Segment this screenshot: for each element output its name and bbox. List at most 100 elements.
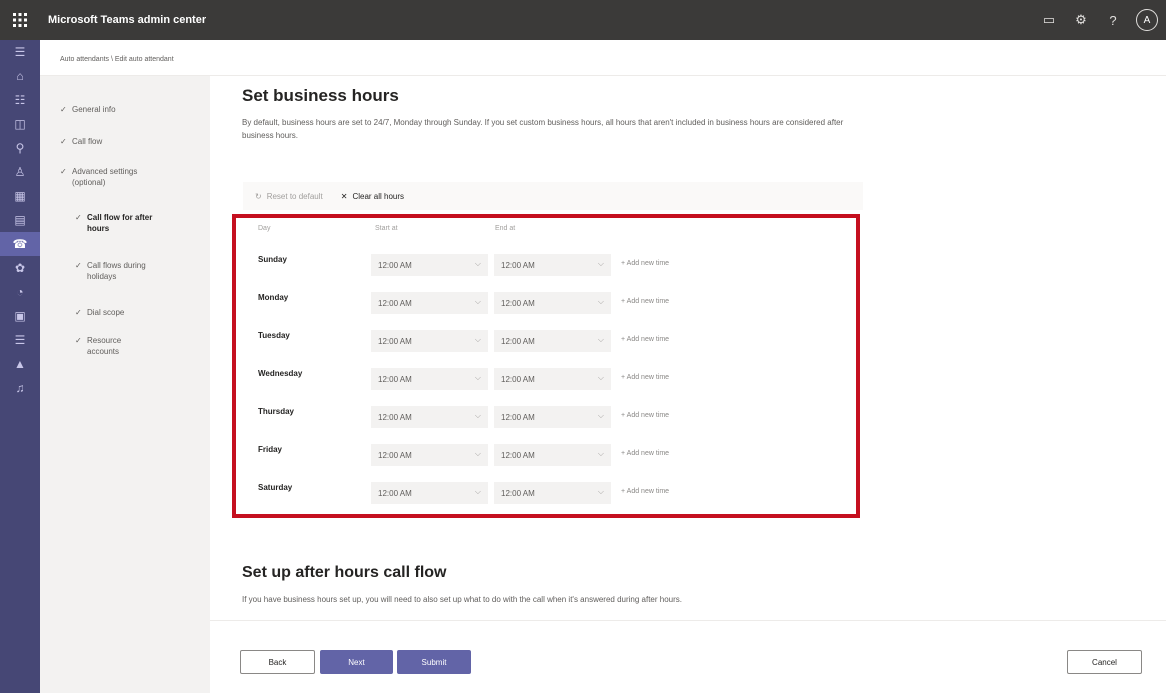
- start-time-select[interactable]: 12:00 AM ⌵: [371, 482, 488, 504]
- call-quality-icon[interactable]: ▲: [0, 352, 40, 376]
- close-icon: ✕: [340, 191, 348, 201]
- policy-packages-icon[interactable]: ✿: [0, 256, 40, 280]
- left-rail: ☰ ⌂ ☷ ◫ ⚲ ♙ ▦ ▤ ☎ ✿ ◔ ▣ ☰ ▲ ♫: [0, 40, 40, 693]
- add-new-time-link[interactable]: + Add new time: [621, 336, 669, 343]
- app-title[interactable]: Microsoft Teams admin center: [48, 14, 206, 26]
- notifications-icon[interactable]: ♫: [0, 376, 40, 400]
- end-time-select[interactable]: 12:00 AM ⌵: [494, 444, 611, 466]
- breadcrumb[interactable]: Auto attendants \ Edit auto attendant: [60, 56, 174, 63]
- dashboard-icon[interactable]: ⌂: [0, 64, 40, 88]
- start-time-select[interactable]: 12:00 AM ⌵: [371, 292, 488, 314]
- users-icon[interactable]: ♙: [0, 160, 40, 184]
- start-time-value: 12:00 AM: [378, 260, 412, 270]
- end-time-value: 12:00 AM: [501, 260, 535, 270]
- check-icon: ✓: [60, 137, 67, 146]
- add-new-time-link[interactable]: + Add new time: [621, 298, 669, 305]
- start-time-select[interactable]: 12:00 AM ⌵: [371, 330, 488, 352]
- add-new-time-link[interactable]: + Add new time: [621, 374, 669, 381]
- clear-all-hours-button[interactable]: ✕ Clear all hours: [341, 192, 404, 201]
- day-row-sunday: Sunday 12:00 AM ⌵ 12:00 AM ⌵ + Add new t…: [243, 251, 860, 281]
- end-time-select[interactable]: 12:00 AM ⌵: [494, 406, 611, 428]
- reset-to-default-button[interactable]: ↻ Reset to default: [255, 192, 323, 201]
- add-new-time-link[interactable]: + Add new time: [621, 488, 669, 495]
- planning-icon[interactable]: ☰: [0, 328, 40, 352]
- step-call-flow[interactable]: ✓ Call flow: [60, 136, 190, 147]
- section-title-after-hours: Set up after hours call flow: [242, 564, 447, 581]
- teams-icon[interactable]: ☷: [0, 88, 40, 112]
- chevron-down-icon: ⌵: [474, 297, 481, 306]
- column-header-start: Start at: [375, 225, 398, 232]
- page-title: Set business hours: [242, 86, 399, 105]
- step-call-flow-after-hours[interactable]: ✓ Call flow for after hours: [75, 212, 185, 234]
- add-new-time-link[interactable]: + Add new time: [621, 450, 669, 457]
- step-resource-accounts[interactable]: ✓ Resource accounts: [75, 335, 185, 357]
- step-general-info[interactable]: ✓ General info: [60, 104, 190, 115]
- end-time-value: 12:00 AM: [501, 336, 535, 346]
- start-time-value: 12:00 AM: [378, 298, 412, 308]
- check-icon: ✓: [75, 213, 82, 222]
- voice-icon[interactable]: ☎: [0, 232, 40, 256]
- step-label: Call flow for after hours: [87, 213, 153, 233]
- end-time-value: 12:00 AM: [501, 298, 535, 308]
- day-row-thursday: Thursday 12:00 AM ⌵ 12:00 AM ⌵ + Add new…: [243, 403, 860, 433]
- end-time-value: 12:00 AM: [501, 412, 535, 422]
- submit-button[interactable]: Submit: [397, 650, 471, 674]
- start-time-value: 12:00 AM: [378, 374, 412, 384]
- feedback-icon[interactable]: ▭: [1040, 12, 1058, 28]
- chevron-down-icon: ⌵: [597, 335, 604, 344]
- day-label: Friday: [258, 445, 283, 454]
- meetings-icon[interactable]: ▦: [0, 184, 40, 208]
- start-time-value: 12:00 AM: [378, 412, 412, 422]
- chevron-down-icon: ⌵: [597, 297, 604, 306]
- gear-icon[interactable]: ⚙: [1072, 12, 1090, 28]
- wizard-steps: ✓ General info ✓ Call flow ✓ Advanced se…: [40, 76, 210, 693]
- chevron-down-icon: ⌵: [597, 373, 604, 382]
- end-time-select[interactable]: 12:00 AM ⌵: [494, 330, 611, 352]
- start-time-select[interactable]: 12:00 AM ⌵: [371, 444, 488, 466]
- start-time-value: 12:00 AM: [378, 336, 412, 346]
- cancel-button[interactable]: Cancel: [1067, 650, 1142, 674]
- end-time-value: 12:00 AM: [501, 450, 535, 460]
- start-time-select[interactable]: 12:00 AM ⌵: [371, 406, 488, 428]
- avatar[interactable]: A: [1136, 9, 1158, 31]
- add-new-time-link[interactable]: + Add new time: [621, 260, 669, 267]
- step-advanced-settings[interactable]: ✓ Advanced settings (optional): [60, 166, 180, 188]
- chevron-down-icon: ⌵: [474, 449, 481, 458]
- end-time-value: 12:00 AM: [501, 374, 535, 384]
- analytics-icon[interactable]: ◔: [0, 280, 40, 304]
- section-description-after-hours: If you have business hours set up, you w…: [242, 595, 682, 604]
- day-label: Thursday: [258, 407, 295, 416]
- end-time-value: 12:00 AM: [501, 488, 535, 498]
- step-label: Advanced settings (optional): [72, 167, 138, 187]
- end-time-select[interactable]: 12:00 AM ⌵: [494, 254, 611, 276]
- step-label: Call flows during holidays: [87, 261, 146, 281]
- end-time-select[interactable]: 12:00 AM ⌵: [494, 482, 611, 504]
- top-bar: Microsoft Teams admin center ▭ ⚙ ? A: [0, 0, 1166, 40]
- check-icon: ✓: [75, 336, 82, 345]
- chevron-down-icon: ⌵: [474, 411, 481, 420]
- end-time-select[interactable]: 12:00 AM ⌵: [494, 292, 611, 314]
- end-time-select[interactable]: 12:00 AM ⌵: [494, 368, 611, 390]
- step-dial-scope[interactable]: ✓ Dial scope: [75, 307, 185, 318]
- add-new-time-link[interactable]: + Add new time: [621, 412, 669, 419]
- step-call-flows-holidays[interactable]: ✓ Call flows during holidays: [75, 260, 185, 282]
- org-settings-icon[interactable]: ▣: [0, 304, 40, 328]
- start-time-select[interactable]: 12:00 AM ⌵: [371, 254, 488, 276]
- messaging-icon[interactable]: ▤: [0, 208, 40, 232]
- next-button[interactable]: Next: [320, 650, 393, 674]
- start-time-select[interactable]: 12:00 AM ⌵: [371, 368, 488, 390]
- locations-icon[interactable]: ⚲: [0, 136, 40, 160]
- chevron-down-icon: ⌵: [474, 259, 481, 268]
- waffle-icon[interactable]: [0, 0, 40, 40]
- chevron-down-icon: ⌵: [474, 373, 481, 382]
- hamburger-menu-icon[interactable]: ☰: [0, 40, 40, 64]
- devices-icon[interactable]: ◫: [0, 112, 40, 136]
- help-icon[interactable]: ?: [1104, 13, 1122, 28]
- page-description: By default, business hours are set to 24…: [242, 118, 844, 140]
- day-label: Tuesday: [258, 331, 290, 340]
- chevron-down-icon: ⌵: [474, 487, 481, 496]
- chevron-down-icon: ⌵: [597, 259, 604, 268]
- breadcrumb-bar: Auto attendants \ Edit auto attendant: [40, 40, 1166, 76]
- start-time-value: 12:00 AM: [378, 450, 412, 460]
- back-button[interactable]: Back: [240, 650, 315, 674]
